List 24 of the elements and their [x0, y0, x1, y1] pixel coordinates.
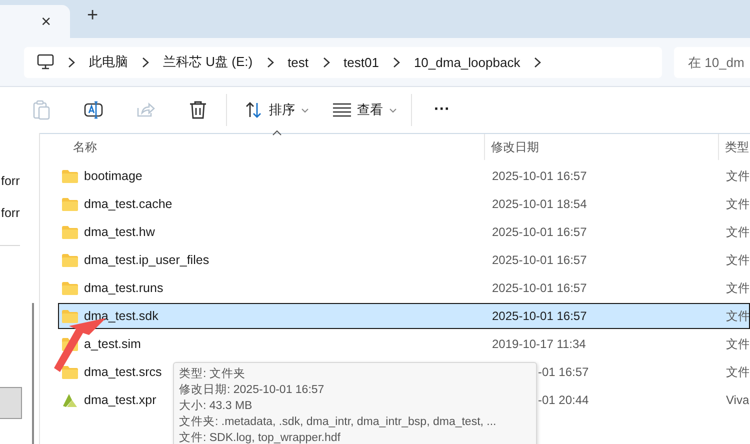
modified-date: 2025-10-01 16:57	[492, 253, 587, 267]
tooltip-line: 文件夹: .metadata, .sdk, dma_intr, dma_intr_bsp, dma_test, ...	[179, 414, 498, 430]
tooltip-line: 大小: 43.3 MB	[179, 398, 254, 414]
file-name: dma_test.runs	[84, 281, 164, 295]
file-name: dma_test.ip_user_files	[84, 253, 210, 267]
file-name: dma_test.cache	[84, 197, 172, 211]
file-name: dma_test.srcs	[84, 365, 162, 379]
file-name: a_test.sim	[84, 337, 141, 351]
modified-date: -01 16:57	[538, 365, 589, 379]
modified-date: 2025-10-01 16:57	[492, 169, 587, 183]
modified-date: -01 20:44	[538, 393, 589, 407]
tooltip-line: 类型: 文件夹	[179, 366, 246, 382]
modified-date: 2025-10-01 18:54	[492, 197, 587, 211]
modified-date: 2019-10-17 11:34	[492, 337, 586, 351]
modified-date: 2025-10-01 16:57	[492, 281, 587, 295]
file-name: dma_test.hw	[84, 225, 155, 239]
file-name: dma_test.xpr	[84, 393, 156, 407]
modified-date: 2025-10-01 16:57	[492, 309, 587, 323]
file-name: dma_test.sdk	[84, 309, 158, 323]
tooltip-line: 文件: SDK.log, top_wrapper.hdf	[179, 430, 342, 444]
file-name: bootimage	[84, 169, 142, 183]
modified-date: 2025-10-01 16:57	[492, 225, 587, 239]
tooltip-line: 修改日期: 2025-10-01 16:57	[179, 382, 326, 398]
file-type: Viva	[726, 393, 749, 407]
